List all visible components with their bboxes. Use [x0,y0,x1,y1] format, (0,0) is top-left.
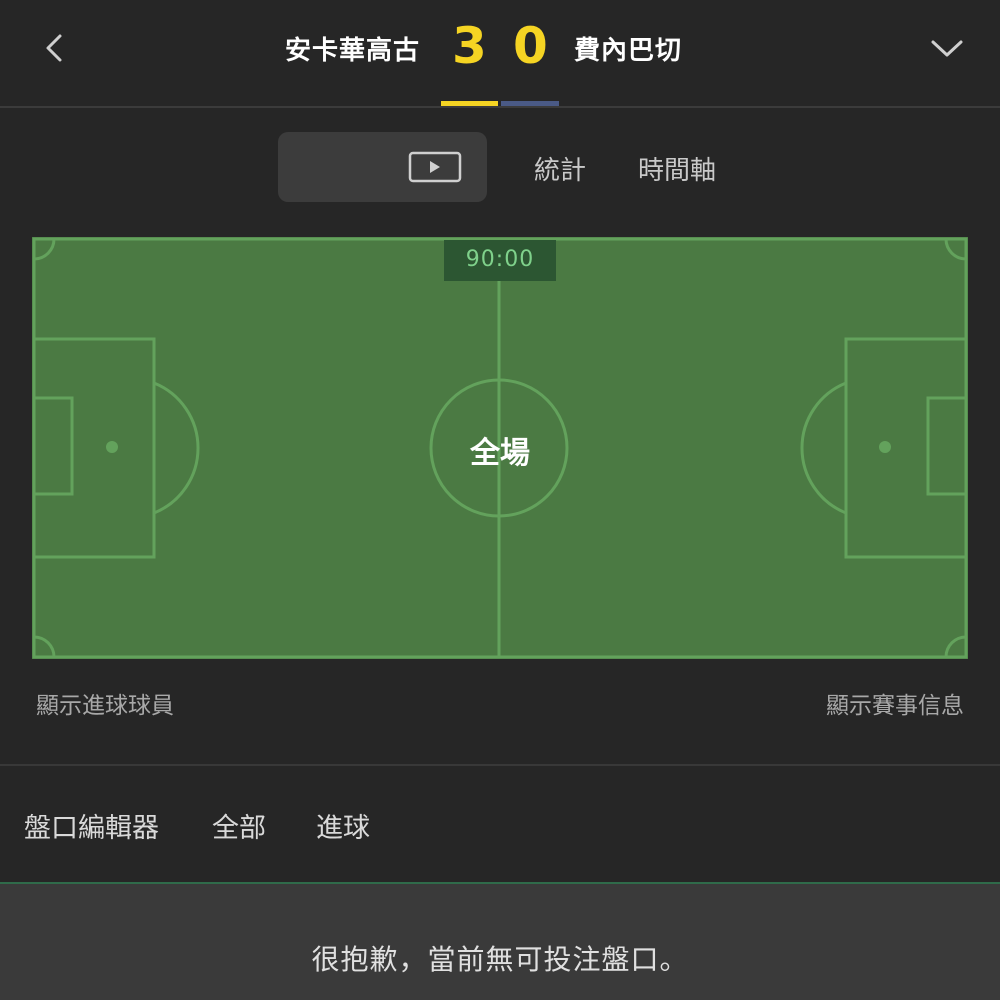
tab-stats[interactable]: 統計 [534,150,586,187]
away-score: 0 [513,17,548,75]
tab-market-editor[interactable]: 盤口編輯器 [24,806,159,845]
empty-markets-message: 很抱歉，當前無可投注盤口。 [311,943,689,976]
match-clock: 90:00 [444,240,556,281]
show-scorers-link[interactable]: 顯示進球球員 [36,686,174,720]
video-view-button[interactable] [383,132,487,202]
tab-timeline[interactable]: 時間軸 [638,150,716,187]
view-toggle [278,132,487,419]
away-team-name: 費內巴切 [574,36,683,66]
match-period-label: 全場 [470,436,530,471]
match-screen: 安卡華高古 3 0 費內巴切 統計 時間軸 90:00 全場 顯示進球球員 顯示… [0,0,1000,1000]
show-match-info-link[interactable]: 顯示賽事信息 [826,686,964,720]
chevron-left-icon [46,34,62,62]
tab-goals[interactable]: 進球 [316,806,370,845]
home-team-name: 安卡華高古 [285,36,421,66]
chevron-down-icon [931,40,963,57]
match-header: 安卡華高古 3 0 費內巴切 [0,0,1000,106]
play-video-icon [408,151,462,183]
back-button[interactable] [30,24,78,72]
header-divider [0,106,1000,108]
match-dropdown-button[interactable] [922,24,972,72]
section-divider [0,764,1000,766]
home-score: 3 [452,17,487,75]
tab-all-markets[interactable]: 全部 [212,806,266,845]
